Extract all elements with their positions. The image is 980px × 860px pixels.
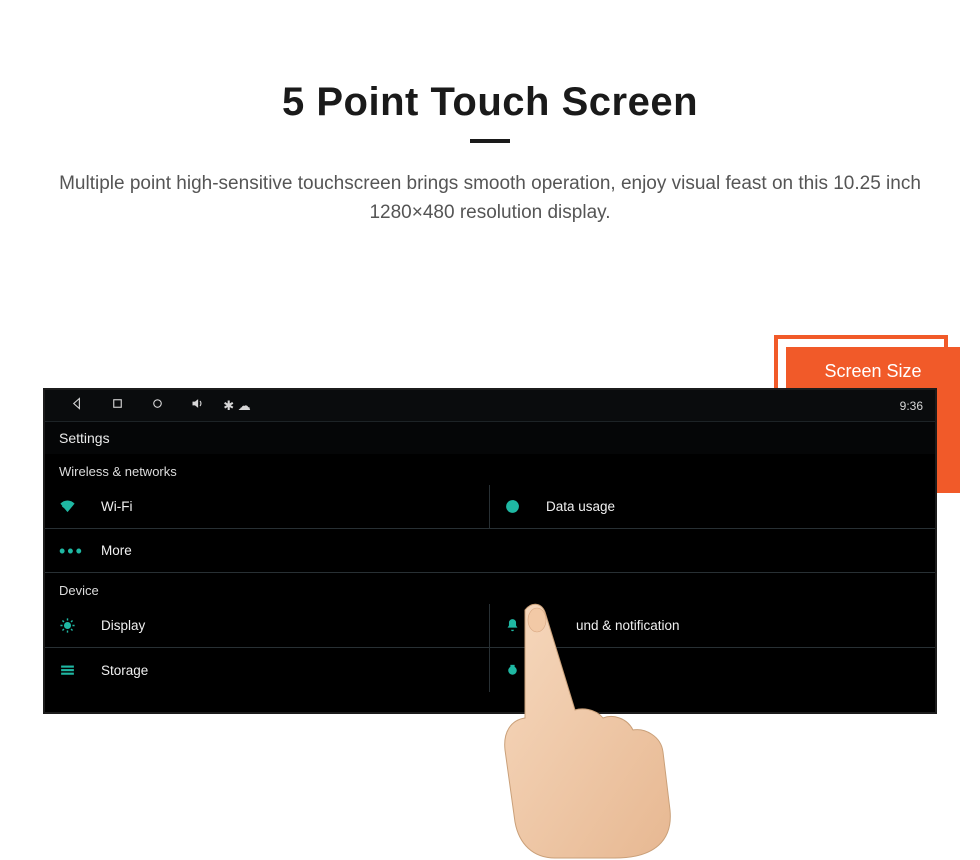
device-screen: ✱ ☁ 9:36 Settings Wireless & networks Wi…	[43, 388, 937, 714]
data-icon	[504, 498, 532, 515]
settings-item-display[interactable]: Display	[45, 604, 490, 648]
badge-label: Screen Size	[786, 361, 960, 382]
group-label-wireless: Wireless & networks	[45, 454, 935, 485]
status-bar-clock: 9:36	[900, 399, 923, 413]
settings-item-sound[interactable]: und & notification	[490, 604, 935, 648]
settings-item-label: und & notification	[576, 618, 680, 633]
notification-icon[interactable]: ✱ ☁	[217, 398, 257, 414]
settings-item-label: Storage	[101, 663, 148, 678]
title-underline	[470, 139, 510, 143]
home-icon[interactable]	[137, 396, 177, 415]
settings-item-storage[interactable]: Storage	[45, 648, 490, 692]
app-title: Settings	[45, 422, 935, 454]
settings-item-more[interactable]: ••• More	[45, 529, 935, 573]
back-icon[interactable]	[57, 396, 97, 415]
storage-icon	[59, 662, 87, 679]
settings-item-label: More	[101, 543, 132, 558]
volume-icon[interactable]	[177, 396, 217, 415]
display-icon	[59, 617, 87, 634]
settings-item-wifi[interactable]: Wi-Fi	[45, 485, 490, 529]
bell-icon	[504, 617, 532, 634]
settings-item-data-usage[interactable]: Data usage	[490, 485, 935, 529]
settings-item-label: Data usage	[546, 499, 615, 514]
page-title: 5 Point Touch Screen	[0, 80, 980, 125]
settings-item-apps[interactable]	[490, 648, 935, 692]
android-icon	[504, 662, 532, 679]
recent-icon[interactable]	[97, 396, 137, 415]
wifi-icon	[59, 498, 87, 515]
group-label-device: Device	[45, 573, 935, 604]
android-navbar: ✱ ☁ 9:36	[45, 390, 935, 422]
page-subtitle: Multiple point high-sensitive touchscree…	[35, 169, 945, 228]
settings-item-label: Display	[101, 618, 145, 633]
settings-item-label: Wi-Fi	[101, 499, 132, 514]
